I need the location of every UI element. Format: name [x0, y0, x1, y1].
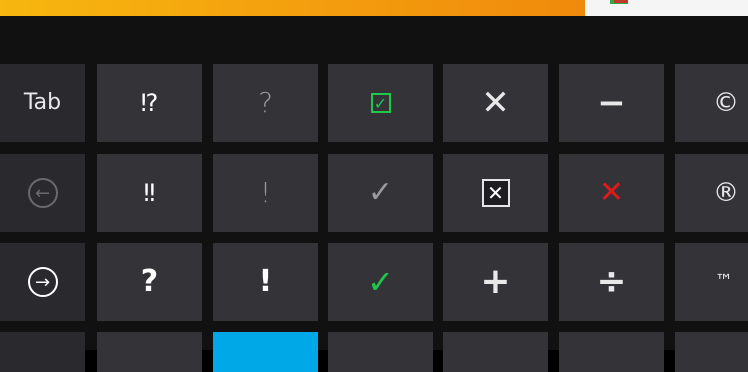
key-interrobang[interactable]: ⁉	[97, 64, 202, 142]
divide-glyph: ÷	[596, 261, 627, 302]
row4-key-3-highlighted[interactable]	[213, 332, 318, 372]
key-green-check[interactable]: ✓	[328, 243, 433, 321]
key-copyright[interactable]: ©	[675, 64, 748, 142]
row4-key-5[interactable]	[443, 332, 548, 372]
key-boxed-x[interactable]: ✕	[443, 154, 548, 232]
touch-keyboard: Tab ⁉ ? ✓ ✕ − © ← ‼ ! ✓ ✕ ✕ ® → ? ! ✓ + …	[0, 16, 748, 372]
key-registered[interactable]: ®	[675, 154, 748, 232]
checkbox-checked-icon: ✓	[370, 93, 391, 113]
forward-arrow-icon: →	[27, 267, 58, 297]
top-app-banner	[0, 0, 585, 16]
key-multiplication-x[interactable]: ✕	[443, 64, 548, 142]
green-check-glyph: ✓	[367, 263, 394, 301]
row4-key-2[interactable]	[97, 332, 202, 372]
key-exclamation-bold[interactable]: !	[213, 243, 318, 321]
key-double-exclamation[interactable]: ‼	[97, 154, 202, 232]
multiplication-x-glyph: ✕	[481, 83, 510, 123]
thumbnail-image-accent	[614, 0, 628, 3]
copyright-glyph: ©	[713, 88, 739, 118]
tab-key[interactable]: Tab	[0, 64, 85, 142]
key-checkbox-checked[interactable]: ✓	[328, 64, 433, 142]
key-trademark[interactable]: ™	[675, 243, 748, 321]
back-arrow-icon: ←	[27, 178, 58, 208]
key-red-cross[interactable]: ✕	[559, 154, 664, 232]
key-check-outline[interactable]: ✓	[328, 154, 433, 232]
tab-key-label: Tab	[23, 90, 62, 115]
double-exclamation-glyph: ‼	[143, 179, 156, 207]
key-question-outline[interactable]: ?	[213, 64, 318, 142]
key-minus[interactable]: −	[559, 64, 664, 142]
row4-key-1[interactable]	[0, 332, 85, 372]
exclamation-bold-glyph: !	[258, 264, 273, 299]
trademark-glyph: ™	[715, 271, 733, 292]
row4-key-6[interactable]	[559, 332, 664, 372]
minus-glyph: −	[597, 83, 626, 123]
forward-key[interactable]: →	[0, 243, 85, 321]
row4-key-7[interactable]	[675, 332, 748, 372]
check-outline-glyph: ✓	[367, 175, 394, 210]
key-divide[interactable]: ÷	[559, 243, 664, 321]
question-bold-glyph: ?	[140, 264, 159, 299]
row4-key-4[interactable]	[328, 332, 433, 372]
interrobang-glyph: ⁉	[140, 89, 159, 117]
registered-glyph: ®	[713, 178, 739, 208]
red-cross-glyph: ✕	[598, 175, 625, 210]
key-exclamation-outline[interactable]: !	[213, 154, 318, 232]
plus-glyph: +	[480, 261, 511, 302]
boxed-x-icon: ✕	[481, 179, 510, 207]
key-question-bold[interactable]: ?	[97, 243, 202, 321]
exclamation-outline-glyph: !	[259, 176, 272, 209]
back-key[interactable]: ←	[0, 154, 85, 232]
question-outline-glyph: ?	[258, 86, 273, 119]
key-plus[interactable]: +	[443, 243, 548, 321]
